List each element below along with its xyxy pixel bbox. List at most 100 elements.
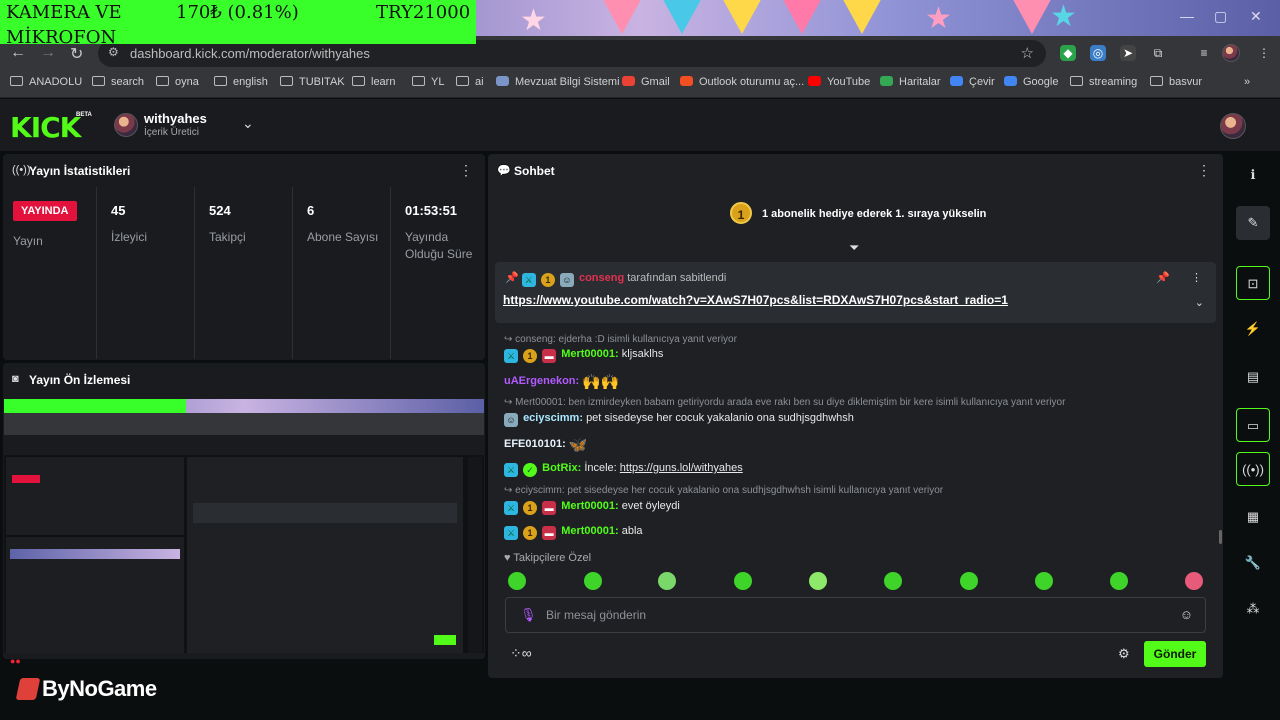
bookmark-item[interactable]: english — [214, 76, 268, 88]
close-window-icon[interactable]: ✕ — [1250, 8, 1262, 25]
preview-toggle-icon[interactable]: ⊡ — [1236, 266, 1270, 300]
emote-icon[interactable] — [960, 572, 978, 590]
emote-icon[interactable] — [1110, 572, 1128, 590]
live-label: Yayın — [13, 234, 43, 248]
connections-icon[interactable]: ⁂ — [1236, 592, 1270, 626]
emoji-picker-icon[interactable]: ☺ — [1180, 607, 1193, 622]
emote-icon[interactable] — [884, 572, 902, 590]
bookmark-label: TUBITAK — [299, 76, 345, 88]
chat-username[interactable]: BotRix — [542, 462, 577, 474]
filter-icon[interactable]: ⏷ — [849, 240, 859, 256]
reply-context[interactable]: ↪ conseng: ejderha :D isimli kullanıcıya… — [504, 334, 737, 345]
reply-context[interactable]: ↪ Mert00001: ben izmirdeyken babam getir… — [504, 397, 1065, 408]
more-options-icon[interactable]: ⋮ — [459, 162, 473, 179]
folder-icon — [456, 76, 469, 86]
bookmark-item[interactable]: Google — [1004, 76, 1058, 88]
subscriber-badge-icon: 1 — [523, 501, 538, 515]
bookmark-item[interactable]: streaming — [1070, 76, 1137, 88]
stream-preview-panel: ◙ Yayın Ön İzlemesi — [3, 363, 485, 659]
emote-icon[interactable] — [809, 572, 827, 590]
microphone-icon[interactable]: 🎙 — [520, 607, 537, 623]
bookmark-item[interactable]: learn — [352, 76, 395, 88]
layout-icon[interactable]: ▦ — [1236, 500, 1270, 534]
user-avatar[interactable] — [1220, 113, 1246, 139]
emote-icon[interactable] — [1035, 572, 1053, 590]
emote-icon[interactable] — [1185, 572, 1203, 590]
maximize-icon[interactable]: ▢ — [1214, 8, 1227, 25]
bookmark-item[interactable]: oyna — [156, 76, 199, 88]
more-bookmarks-icon[interactable]: » — [1244, 76, 1250, 88]
bookmark-star-icon[interactable]: ☆ — [1021, 44, 1034, 62]
extension-shield-icon[interactable]: ◆ — [1060, 45, 1076, 61]
chevron-down-icon[interactable]: ⌄ — [242, 115, 254, 132]
chat-username[interactable]: Mert00001 — [561, 348, 615, 360]
extensions-puzzle-icon[interactable]: ⧉ — [1150, 45, 1166, 61]
profile-avatar-icon[interactable] — [1222, 44, 1240, 62]
chat-username[interactable]: Mert00001 — [561, 500, 615, 512]
bookmark-item[interactable]: ANADOLU — [10, 76, 82, 88]
chat-toggle-icon[interactable]: ▭ — [1236, 408, 1270, 442]
moderator-badge-icon: ⚔ — [521, 273, 536, 287]
emote-icon[interactable] — [508, 572, 526, 590]
address-bar[interactable]: ⚙ dashboard.kick.com/moderator/withyahes… — [98, 40, 1046, 67]
bookmark-item[interactable]: Gmail — [622, 76, 670, 88]
bookmark-label: oyna — [175, 76, 199, 88]
bookmark-item[interactable]: basvur — [1150, 76, 1202, 88]
preview-rail — [468, 457, 482, 653]
document-icon[interactable]: ▤ — [1236, 360, 1270, 394]
pinned-options-icon[interactable]: ⋮ — [1191, 271, 1202, 284]
preview-send-button — [434, 635, 456, 645]
preview-stats-block — [6, 457, 184, 535]
reply-context[interactable]: ↪ eciyscimm: pet sisedeyse her cocuk yak… — [504, 485, 943, 496]
chat-username[interactable]: eciyscimm — [523, 412, 579, 424]
chat-settings-icon[interactable]: ⚙ — [1118, 646, 1130, 662]
bookmark-item[interactable]: Çevir — [950, 76, 995, 88]
stat-value: 45 — [111, 203, 126, 218]
bookmark-item[interactable]: Outlook oturumu aç... — [680, 76, 804, 88]
extension-cursor-icon[interactable]: ➤ — [1120, 45, 1136, 61]
star-decoration-icon: ★ — [1050, 0, 1077, 33]
user-image-badge-icon: ☺ — [559, 273, 574, 287]
infinity-icon[interactable]: ⁘∞ — [510, 645, 532, 662]
pinned-by-user[interactable]: conseng — [579, 272, 624, 284]
chat-username[interactable]: EFE010101 — [504, 438, 562, 450]
star-decoration-icon: ★ — [520, 4, 547, 36]
browser-menu-icon[interactable]: ⋮ — [1256, 45, 1272, 61]
stream-preview-video[interactable] — [4, 399, 484, 653]
chat-username[interactable]: Mert00001 — [561, 525, 615, 537]
bookmark-item[interactable]: YouTube — [808, 76, 870, 88]
chat-message-input[interactable] — [546, 606, 1146, 624]
stream-stats-panel: ((•)) Yayın İstatistikleri ⋮ YAYINDA Yay… — [3, 154, 485, 360]
chat-username[interactable]: uAErgenekon — [504, 375, 576, 387]
gift-leaderboard-banner[interactable]: 1 abonelik hediye ederek 1. sıraya yükse… — [762, 208, 986, 220]
wrench-icon[interactable]: 🔧 — [1236, 546, 1270, 580]
chat-link[interactable]: https://guns.lol/withyahes — [620, 462, 743, 474]
bookmark-item[interactable]: YL — [412, 76, 444, 88]
kick-logo[interactable]: KICK — [10, 111, 81, 144]
bookmark-item[interactable]: TUBITAK — [280, 76, 345, 88]
preview-live-badge — [12, 475, 40, 483]
lightning-icon[interactable]: ⚡ — [1236, 312, 1270, 346]
pinned-link[interactable]: https://www.youtube.com/watch?v=XAwS7H07… — [503, 293, 1008, 307]
chevron-down-icon[interactable]: ⌄ — [1195, 296, 1204, 309]
emote-icon[interactable] — [734, 572, 752, 590]
bookmark-item[interactable]: ai — [456, 76, 484, 88]
stats-toggle-icon[interactable]: ((•)) — [1236, 452, 1270, 486]
unpin-icon[interactable]: 📌 — [1156, 271, 1170, 284]
chat-scrollbar[interactable] — [1219, 530, 1222, 544]
bookmark-item[interactable]: Mevzuat Bilgi Sistemi — [496, 76, 620, 88]
emote-icon[interactable] — [584, 572, 602, 590]
stat-label: Takipçi — [209, 230, 246, 244]
extension-search-icon[interactable]: ◎ — [1090, 45, 1106, 61]
edit-pencil-icon[interactable]: ✎ — [1236, 206, 1270, 240]
bunting-flag — [840, 0, 884, 34]
bookmark-item[interactable]: search — [92, 76, 144, 88]
chat-options-icon[interactable]: ⋮ — [1197, 162, 1211, 179]
emote-icon[interactable] — [658, 572, 676, 590]
bookmark-item[interactable]: Haritalar — [880, 76, 941, 88]
minimize-icon[interactable]: — — [1180, 8, 1194, 24]
info-icon[interactable]: ℹ — [1236, 158, 1270, 192]
chat-input-box[interactable]: 🎙 ☺ — [505, 597, 1206, 633]
send-button[interactable]: Gönder — [1144, 641, 1206, 667]
media-controls-icon[interactable]: ≡ — [1196, 45, 1212, 61]
